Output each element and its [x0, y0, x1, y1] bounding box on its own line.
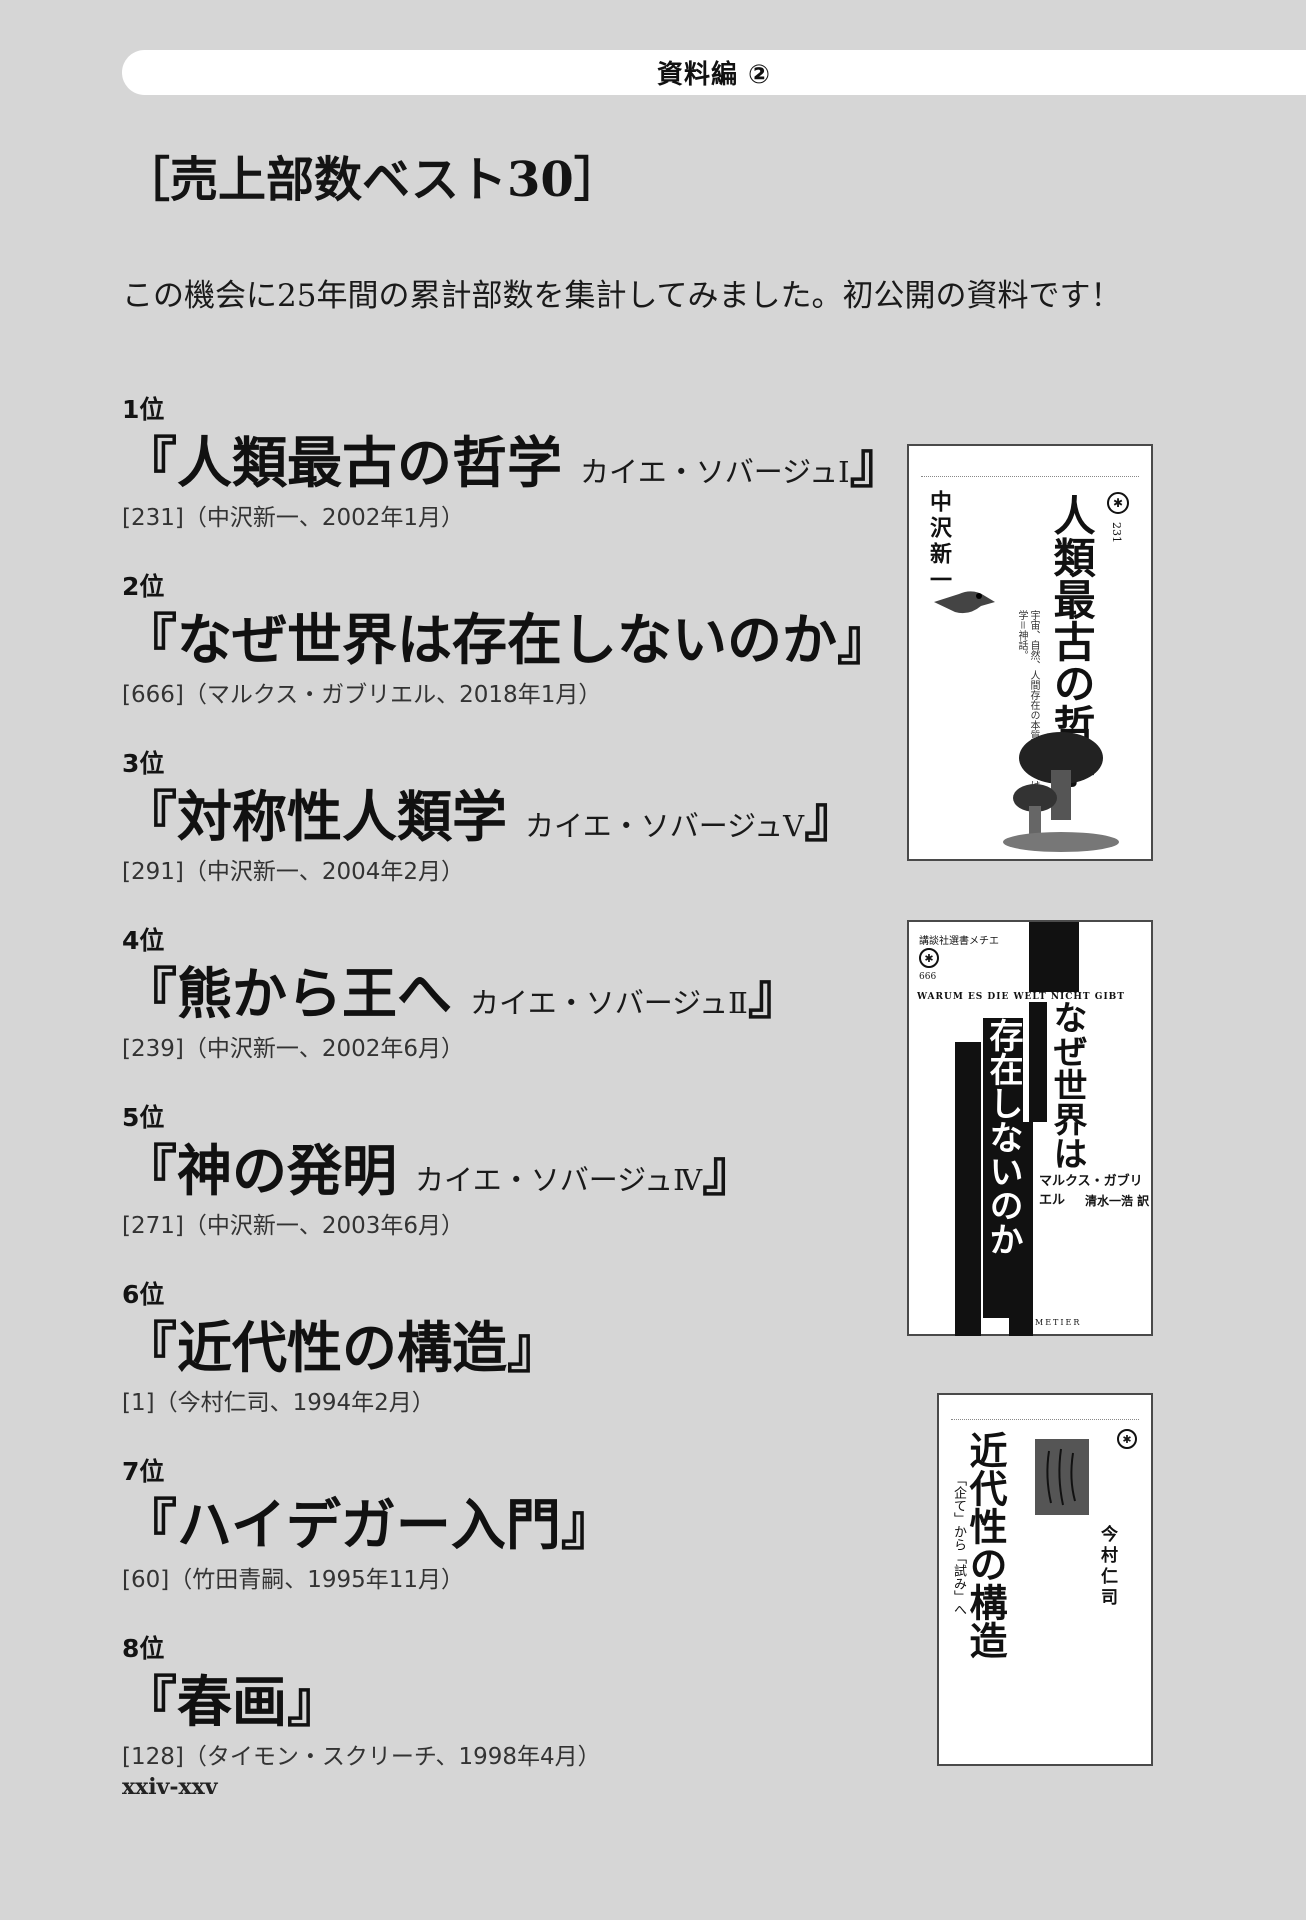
- cover-number: 666: [919, 972, 937, 982]
- cover-title: 近代性の構造: [963, 1431, 1008, 1659]
- cover-rule: [951, 1419, 1139, 1420]
- black-band-left: [955, 1042, 981, 1336]
- series-emblem-icon: ✱: [1107, 492, 1129, 514]
- cover-title-right: なぜ世界は: [1047, 1000, 1087, 1170]
- ranking-entry: 4位 『熊から王へ カイエ・ソバージュⅡ 』 [239]（中沢新一、2002年6…: [122, 926, 902, 1103]
- rank-label: 6位: [122, 1280, 165, 1309]
- title-line: 『人類最古の哲学 カイエ・ソバージュⅠ 』: [122, 425, 905, 501]
- section-header-label: 資料編 ②: [656, 60, 772, 90]
- rank-label: 3位: [122, 749, 165, 778]
- series-emblem-icon: ✱: [1117, 1429, 1137, 1449]
- ranking-entry: 7位 『ハイデガー入門』 [60]（竹田青嗣、1995年11月）: [122, 1457, 902, 1634]
- rank-label: 5位: [122, 1103, 165, 1132]
- ranking-entry: 8位 『春画』 [128]（タイモン・スクリーチ、1998年4月）: [122, 1634, 902, 1811]
- rank-label: 7位: [122, 1457, 165, 1486]
- slashed-canvas-illustration: [1035, 1439, 1089, 1515]
- cover-latin-title: WARUM ES DIE WELT NICHT GIBT: [917, 992, 1147, 1002]
- book-subtitle: カイエ・ソバージュⅤ: [525, 809, 805, 843]
- cover-number: 231: [1110, 522, 1123, 543]
- title-line: 『ハイデガー入門』: [122, 1487, 902, 1563]
- title-line: 『対称性人類学 カイエ・ソバージュⅤ 』: [122, 779, 902, 855]
- ranking-entry: 2位 『なぜ世界は存在しないのか』 [666]（マルクス・ガブリエル、2018年…: [122, 572, 902, 749]
- title-line: 『近代性の構造』: [122, 1310, 902, 1386]
- page-title: ［売上部数ベスト30］: [122, 152, 622, 208]
- rank-label: 8位: [122, 1634, 165, 1663]
- book-title: 『近代性の構造』: [122, 1315, 563, 1380]
- title-line: 『なぜ世界は存在しないのか』: [122, 602, 902, 678]
- book-title: 『人類最古の哲学: [122, 430, 563, 495]
- book-meta: [128]（タイモン・スクリーチ、1998年4月）: [122, 1744, 601, 1770]
- cover-title-left: 存在しないのか: [983, 1018, 1023, 1318]
- book-cover-2: 講談社選書メチエ ✱ 666 WARUM ES DIE WELT NICHT G…: [907, 920, 1153, 1336]
- rank-label: 2位: [122, 572, 165, 601]
- kingfisher-illustration: [934, 591, 995, 614]
- title-line: 『神の発明 カイエ・ソバージュⅣ 』: [122, 1133, 902, 1209]
- cover-series: 講談社選書メチエ: [919, 936, 999, 947]
- rank-label: 4位: [122, 926, 165, 955]
- book-subtitle: カイエ・ソバージュⅡ: [470, 986, 748, 1020]
- title-line: 『熊から王へ カイエ・ソバージュⅡ 』: [122, 956, 902, 1032]
- series-emblem-icon: ✱: [919, 948, 939, 968]
- ranking-entry: 3位 『対称性人類学 カイエ・ソバージュⅤ 』 [291]（中沢新一、2004年…: [122, 749, 902, 926]
- intro-text: この機会に25年間の累計部数を集計してみました。初公開の資料です！: [122, 278, 1122, 314]
- book-subtitle: カイエ・ソバージュⅣ: [415, 1163, 703, 1197]
- book-cover-3: ✱ 近代性の構造 「企て」から「試み」へ 今村仁司: [937, 1393, 1153, 1766]
- title-line: 『春画』: [122, 1664, 902, 1740]
- mushroom-illustration: [1003, 732, 1119, 852]
- title-close-bracket: 』: [849, 430, 905, 495]
- ranking-entry: 5位 『神の発明 カイエ・ソバージュⅣ 』 [271]（中沢新一、2003年6月…: [122, 1103, 902, 1280]
- cover-imprint: METIER: [1035, 1318, 1082, 1327]
- rank-label: 1位: [122, 395, 165, 424]
- section-header-bar: 資料編 ②: [122, 50, 1306, 95]
- ranking-entry: 1位 『人類最古の哲学 カイエ・ソバージュⅠ 』 [231]（中沢新一、2002…: [122, 395, 905, 572]
- book-title: 『熊から王へ: [122, 961, 453, 1026]
- book-meta: [60]（竹田青嗣、1995年11月）: [122, 1567, 465, 1593]
- page-number: xxiv-xxv: [122, 1774, 218, 1800]
- ranking-list: 1位 『人類最古の哲学 カイエ・ソバージュⅠ 』 [231]（中沢新一、2002…: [122, 395, 905, 1811]
- book-title: 『対称性人類学: [122, 784, 508, 849]
- cover-rule: [921, 476, 1139, 477]
- book-meta: [1]（今村仁司、1994年2月）: [122, 1390, 435, 1416]
- cover-subtitle: 「企て」から「試み」へ: [951, 1473, 966, 1616]
- book-title: 『なぜ世界は存在しないのか』: [122, 607, 893, 672]
- title-close-bracket: 』: [702, 1138, 758, 1203]
- book-meta: [666]（マルクス・ガブリエル、2018年1月）: [122, 682, 602, 708]
- book-title: 『神の発明: [122, 1138, 398, 1203]
- book-cover-1: ✱ 231 人類最古の哲学 宇宙、自然、人間存在の本質を問う、はじまりの哲学＝神…: [907, 444, 1153, 861]
- cover-author: 今村仁司: [1097, 1525, 1117, 1609]
- book-title: 『春画』: [122, 1669, 343, 1734]
- title-close-bracket: 』: [804, 784, 860, 849]
- cover-translator: 清水一浩 訳: [1085, 1194, 1150, 1208]
- book-subtitle: カイエ・ソバージュⅠ: [580, 455, 850, 489]
- ranking-entry: 6位 『近代性の構造』 [1]（今村仁司、1994年2月）: [122, 1280, 902, 1457]
- title-close-bracket: 』: [747, 961, 803, 1026]
- book-title: 『ハイデガー入門』: [122, 1492, 616, 1557]
